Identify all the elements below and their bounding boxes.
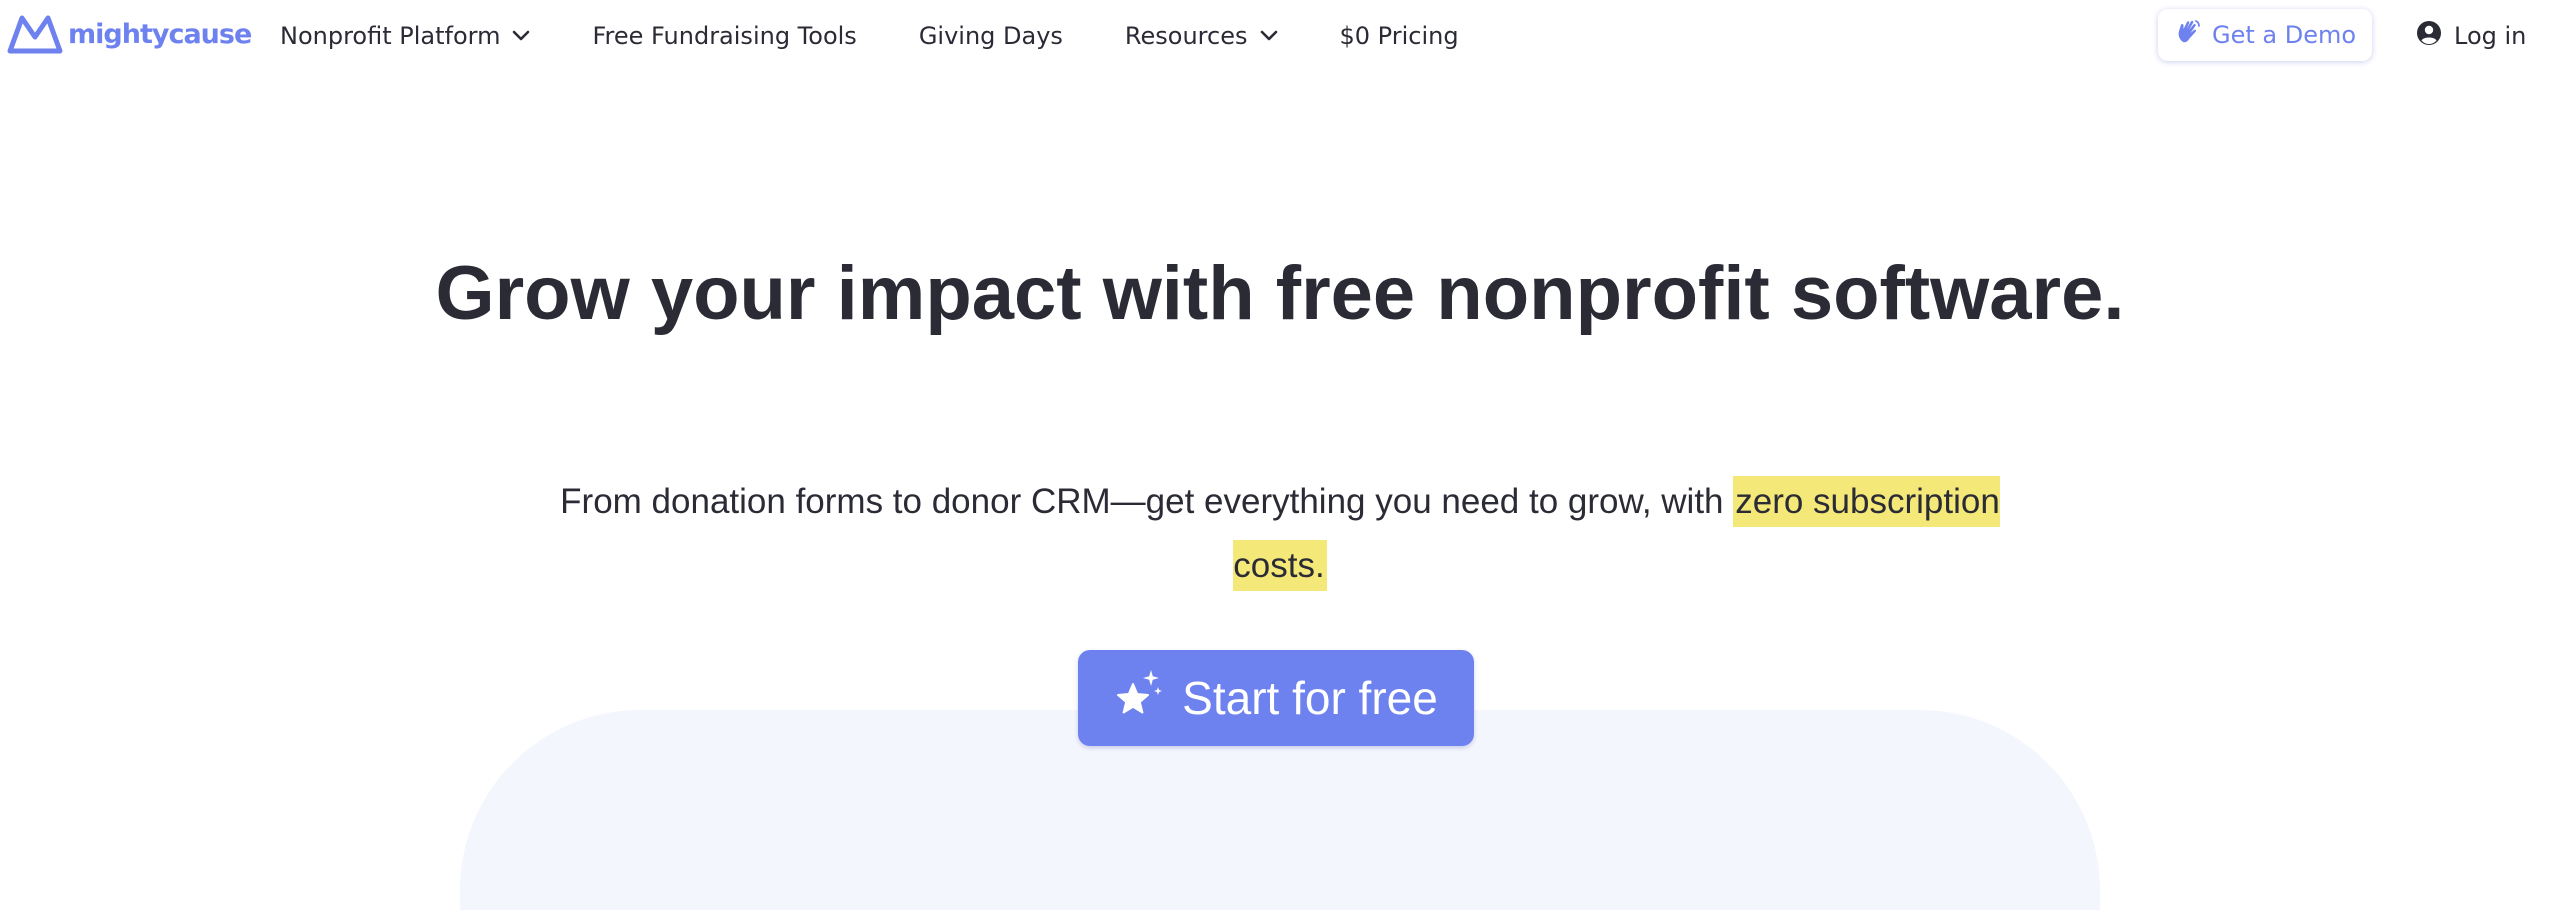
login-link[interactable]: Log in xyxy=(2416,18,2526,54)
chevron-down-icon xyxy=(512,30,530,42)
user-circle-icon xyxy=(2416,20,2442,52)
nav-item-label: Free Fundraising Tools xyxy=(592,22,857,50)
hero-title: Grow your impact with free nonprofit sof… xyxy=(435,251,2125,336)
nav-item-free-fundraising-tools[interactable]: Free Fundraising Tools xyxy=(592,22,856,50)
brand-logo[interactable]: mightycause xyxy=(6,12,252,56)
start-for-free-button[interactable]: Start for free xyxy=(1078,650,1474,746)
sparkle-star-icon xyxy=(1114,668,1164,729)
get-a-demo-button[interactable]: Get a Demo xyxy=(2158,9,2372,61)
nav-item-giving-days[interactable]: Giving Days xyxy=(919,22,1063,50)
chevron-down-icon xyxy=(1260,30,1278,42)
start-for-free-label: Start for free xyxy=(1182,672,1438,724)
mountain-m-icon xyxy=(7,15,63,54)
nav-item-pricing[interactable]: $0 Pricing xyxy=(1340,22,1459,50)
site-header: mightycause Nonprofit Platform Free Fund… xyxy=(0,0,2560,72)
nav-item-label: Resources xyxy=(1124,22,1248,50)
nav-item-label: $0 Pricing xyxy=(1339,22,1459,50)
nav-item-label: Nonprofit Platform xyxy=(280,22,501,50)
brand-name: mightycause xyxy=(68,18,252,50)
main-nav: Nonprofit Platform Free Fundraising Tool… xyxy=(280,18,1521,54)
hero-subtitle-text: From donation forms to donor CRM—get eve… xyxy=(560,482,1724,521)
nav-item-nonprofit-platform[interactable]: Nonprofit Platform xyxy=(280,22,530,50)
nav-item-label: Giving Days xyxy=(918,22,1063,50)
hero-subtitle: From donation forms to donor CRM—get eve… xyxy=(550,470,2010,598)
waving-hand-icon xyxy=(2174,18,2202,52)
get-a-demo-label: Get a Demo xyxy=(2211,21,2357,49)
nav-item-resources[interactable]: Resources xyxy=(1125,22,1278,50)
login-label: Log in xyxy=(2454,22,2527,50)
